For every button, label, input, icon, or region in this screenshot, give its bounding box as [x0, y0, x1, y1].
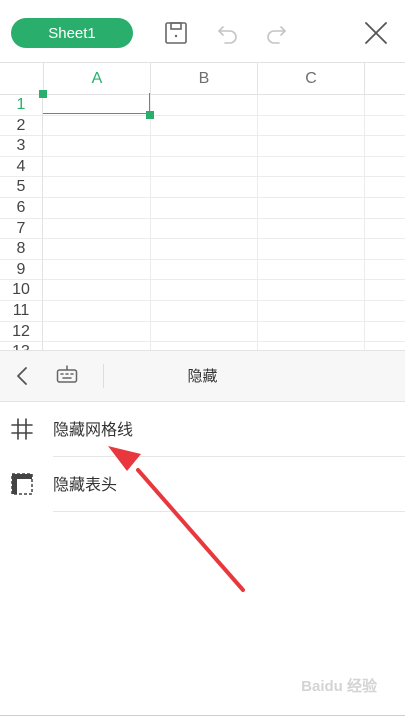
row-number[interactable]: 1 — [0, 95, 43, 116]
save-icon[interactable] — [162, 19, 190, 47]
selection-handle-bottom-right[interactable] — [146, 111, 154, 119]
table-row[interactable]: 7 — [0, 218, 405, 240]
panel-title: 隐藏 — [187, 367, 218, 385]
table-row[interactable]: 13 — [0, 342, 405, 350]
menu-item-hide-headers[interactable]: 隐藏表头 — [0, 457, 405, 512]
top-toolbar: Sheet1 — [0, 0, 405, 62]
table-row[interactable]: 9 — [0, 259, 405, 281]
row-number[interactable]: 8 — [0, 239, 43, 260]
selected-cell-a1[interactable] — [43, 93, 150, 114]
column-header-row: A B C — [0, 62, 405, 95]
row-number[interactable]: 4 — [0, 156, 43, 178]
column-header-a[interactable]: A — [43, 63, 150, 95]
row-list: 1 2 3 4 5 6 7 8 9 10 11 12 13 — [0, 95, 405, 350]
column-header-b[interactable]: B — [150, 63, 257, 95]
column-header-d[interactable] — [364, 63, 405, 95]
table-row[interactable]: 4 — [0, 156, 405, 178]
row-number[interactable]: 3 — [0, 136, 43, 157]
table-row[interactable]: 2 — [0, 115, 405, 137]
divider — [53, 511, 405, 512]
menu-item-label: 隐藏表头 — [53, 475, 118, 494]
table-row[interactable]: 8 — [0, 239, 405, 260]
panel-header: 隐藏 — [0, 350, 405, 402]
row-number[interactable]: 9 — [0, 259, 43, 281]
row-number[interactable]: 12 — [0, 321, 43, 343]
redo-icon[interactable] — [262, 19, 290, 47]
row-number[interactable]: 6 — [0, 197, 43, 219]
sheet-tab[interactable]: Sheet1 — [11, 18, 133, 48]
row-number[interactable]: 10 — [0, 280, 43, 301]
hide-options-menu: 隐藏网格线 隐藏表头 — [0, 402, 405, 512]
close-icon[interactable] — [362, 19, 390, 47]
table-row[interactable]: 10 — [0, 280, 405, 301]
table-row[interactable]: 6 — [0, 197, 405, 219]
divider — [0, 715, 405, 716]
menu-item-hide-gridlines[interactable]: 隐藏网格线 — [0, 402, 405, 457]
column-header-c[interactable]: C — [257, 63, 364, 95]
table-row[interactable]: 3 — [0, 136, 405, 157]
selection-handle-top-left[interactable] — [39, 90, 47, 98]
row-number[interactable]: 13 — [0, 342, 43, 350]
watermark: Baidu 经验 — [301, 678, 377, 695]
table-row[interactable]: 11 — [0, 300, 405, 322]
row-number[interactable]: 7 — [0, 218, 43, 240]
undo-icon[interactable] — [214, 19, 242, 47]
row-number[interactable]: 11 — [0, 300, 43, 322]
header-icon — [11, 473, 33, 495]
row-number[interactable]: 2 — [0, 115, 43, 137]
grid-icon — [11, 418, 33, 440]
table-row[interactable]: 12 — [0, 321, 405, 343]
menu-item-label: 隐藏网格线 — [53, 420, 134, 439]
row-number[interactable]: 5 — [0, 177, 43, 198]
table-row[interactable]: 5 — [0, 177, 405, 198]
